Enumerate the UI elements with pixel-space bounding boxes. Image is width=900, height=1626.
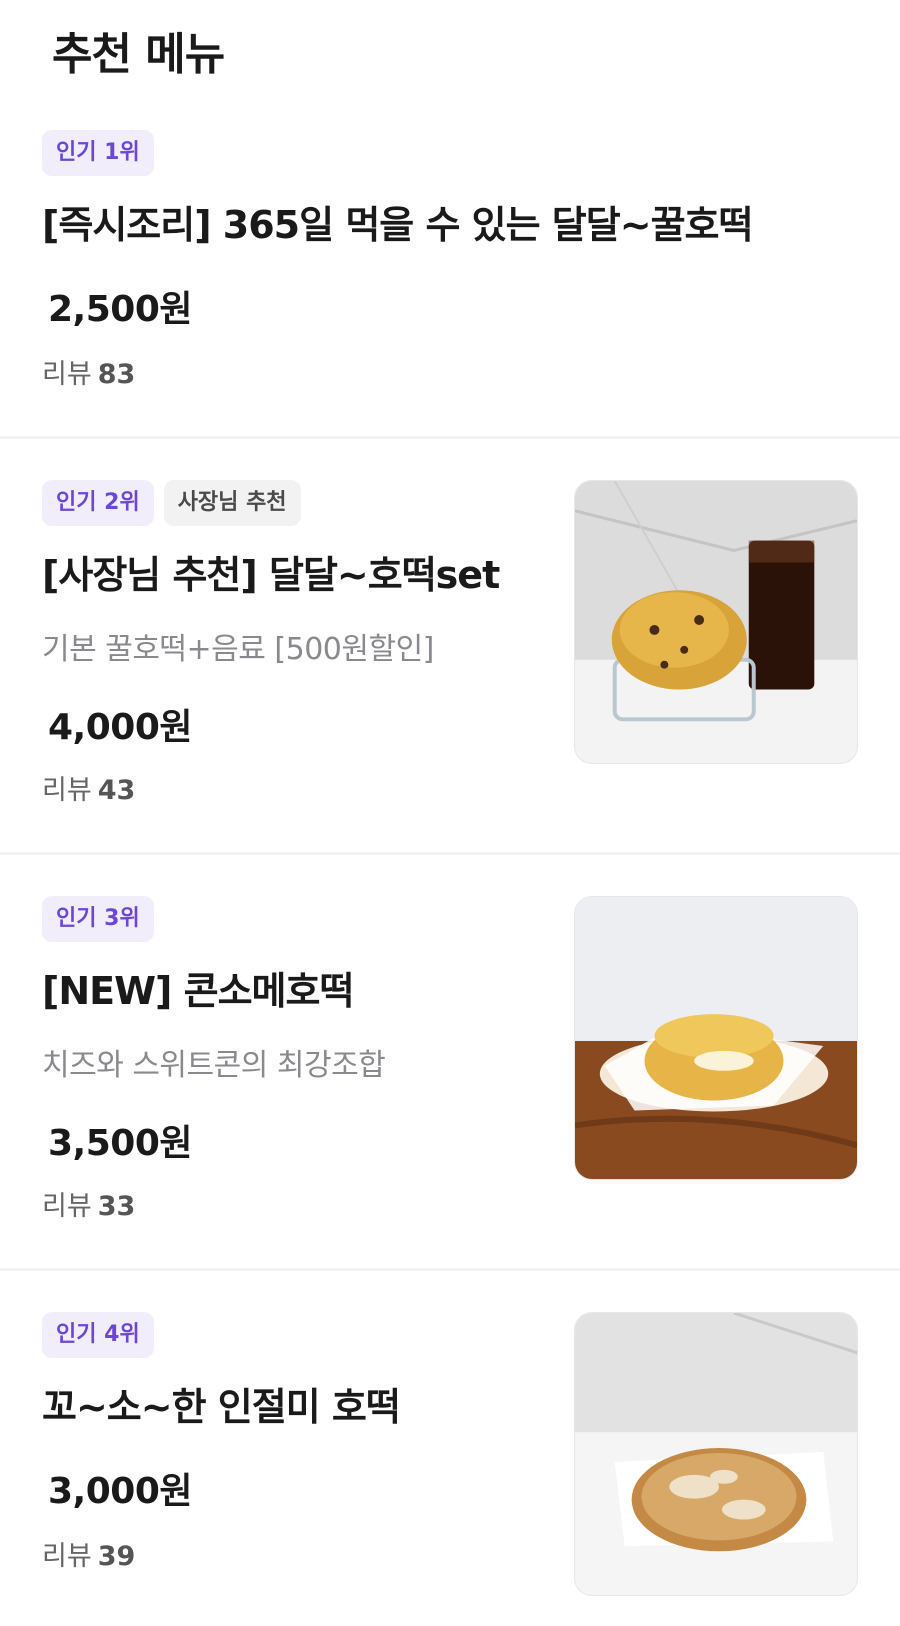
- page-title: 추천 메뉴: [52, 29, 225, 80]
- review-number: 33: [97, 1191, 136, 1222]
- review-count: 리뷰 83: [42, 352, 135, 391]
- menu-item-name: 꼬~소~한 인절미 호떡: [42, 1385, 401, 1429]
- menu-item-price: 4,000원: [48, 707, 193, 748]
- divider: [0, 436, 900, 439]
- rank-badge: 인기 1위: [42, 130, 154, 176]
- review-label: 리뷰: [42, 775, 92, 806]
- menu-item-price: 3,500원: [48, 1123, 193, 1164]
- rank-badge: 인기 4위: [42, 1312, 154, 1358]
- review-number: 83: [97, 359, 136, 390]
- owner-pick-badge: 사장님 추천: [163, 480, 301, 526]
- menu-item-name: [사장님 추천] 달달~호떡set: [42, 553, 500, 597]
- review-label: 리뷰: [42, 359, 92, 390]
- review-label: 리뷰: [42, 1191, 92, 1222]
- rank-badge: 인기 3위: [42, 896, 154, 942]
- menu-item-description: 기본 꿀호떡+음료 [500원할인]: [42, 632, 434, 667]
- divider: [0, 852, 900, 855]
- divider: [0, 1268, 900, 1271]
- menu-item-price: 2,500원: [48, 289, 193, 330]
- menu-item-photo[interactable]: [574, 896, 858, 1180]
- review-number: 39: [97, 1541, 136, 1572]
- review-count: 리뷰 33: [42, 1184, 135, 1223]
- rank-badge: 인기 2위: [42, 480, 154, 526]
- menu-item-price: 3,000원: [48, 1471, 193, 1512]
- menu-item-name: [NEW] 콘소메호떡: [42, 969, 354, 1013]
- review-label: 리뷰: [42, 1541, 92, 1572]
- menu-item-photo[interactable]: [574, 480, 858, 764]
- review-count: 리뷰 39: [42, 1534, 135, 1573]
- review-count: 리뷰 43: [42, 768, 135, 807]
- menu-item-description: 치즈와 스위트콘의 최강조합: [42, 1048, 386, 1083]
- menu-item-name: [즉시조리] 365일 먹을 수 있는 달달~꿀호떡: [42, 203, 753, 247]
- menu-item-photo[interactable]: [574, 1312, 858, 1596]
- review-number: 43: [97, 775, 136, 806]
